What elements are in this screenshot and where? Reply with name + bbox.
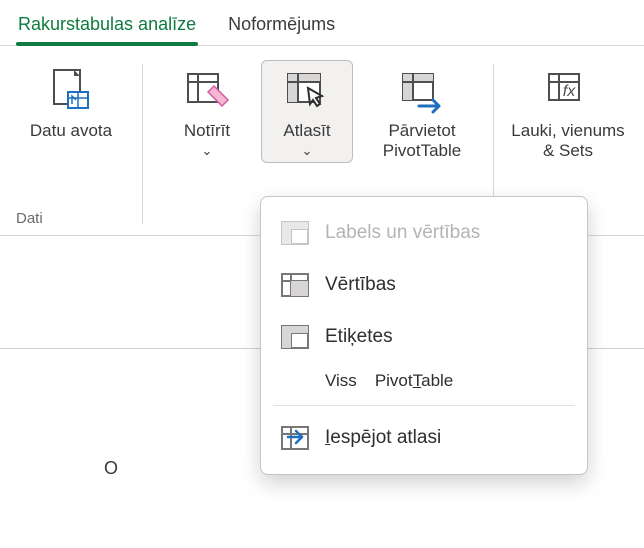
select-label: Atlasīt [283,121,330,141]
menu-item-label: PivotTable [375,371,453,391]
ribbon-group-data: Datu avota Dati [0,60,142,235]
select-dropdown-menu: Labels un vērtības Vērtības Etiķetes Vis… [260,196,588,475]
group-label-data: Dati [0,210,142,227]
data-source-label: Datu avota [30,121,112,141]
menu-item-label: Iespējot atlasi [325,427,441,449]
chevron-down-icon: ⌄ [302,143,313,159]
menu-labels[interactable]: Etiķetes [261,311,587,363]
ribbon-tabs: Rakurstabulas analīze Noformējums [0,0,644,46]
menu-labels-and-values: Labels un vērtības [261,207,587,259]
menu-entire-pivottable[interactable]: Viss PivotTable [261,363,587,399]
menu-item-label: Labels un vērtības [325,222,480,244]
data-source-button[interactable]: Datu avota [10,60,132,144]
select-button[interactable]: Atlasīt ⌄ [261,60,353,163]
menu-item-label: Viss [325,371,357,391]
tab-design[interactable]: Noformējums [226,8,337,45]
menu-separator [273,405,575,406]
menu-item-label: Etiķetes [325,326,393,348]
fields-items-sets-button[interactable]: fx Lauki, vienums & Sets [504,60,632,163]
table-icon [279,217,311,249]
menu-values[interactable]: Vērtības [261,259,587,311]
formula-table-icon: fx [544,67,592,115]
tab-pivot-analyze[interactable]: Rakurstabulas analīze [16,8,198,45]
select-icon [283,67,331,115]
clear-label: Notīrīt [184,121,230,141]
fields-label: Lauki, vienums & Sets [511,121,624,160]
move-label: Pārvietot PivotTable [383,121,461,160]
enable-selection-icon [279,422,311,454]
move-icon [398,67,446,115]
menu-enable-selection[interactable]: Iespējot atlasi [261,412,587,464]
table-icon [279,269,311,301]
move-pivottable-button[interactable]: Pārvietot PivotTable [361,60,483,163]
data-source-icon [47,67,95,115]
chevron-down-icon: ⌄ [202,143,213,159]
column-header-cell[interactable]: O [104,458,118,479]
clear-button[interactable]: Notīrīt ⌄ [161,60,253,163]
menu-item-label: Vērtības [325,274,396,296]
clear-icon [183,67,231,115]
table-icon [279,321,311,353]
svg-text:fx: fx [563,83,576,100]
